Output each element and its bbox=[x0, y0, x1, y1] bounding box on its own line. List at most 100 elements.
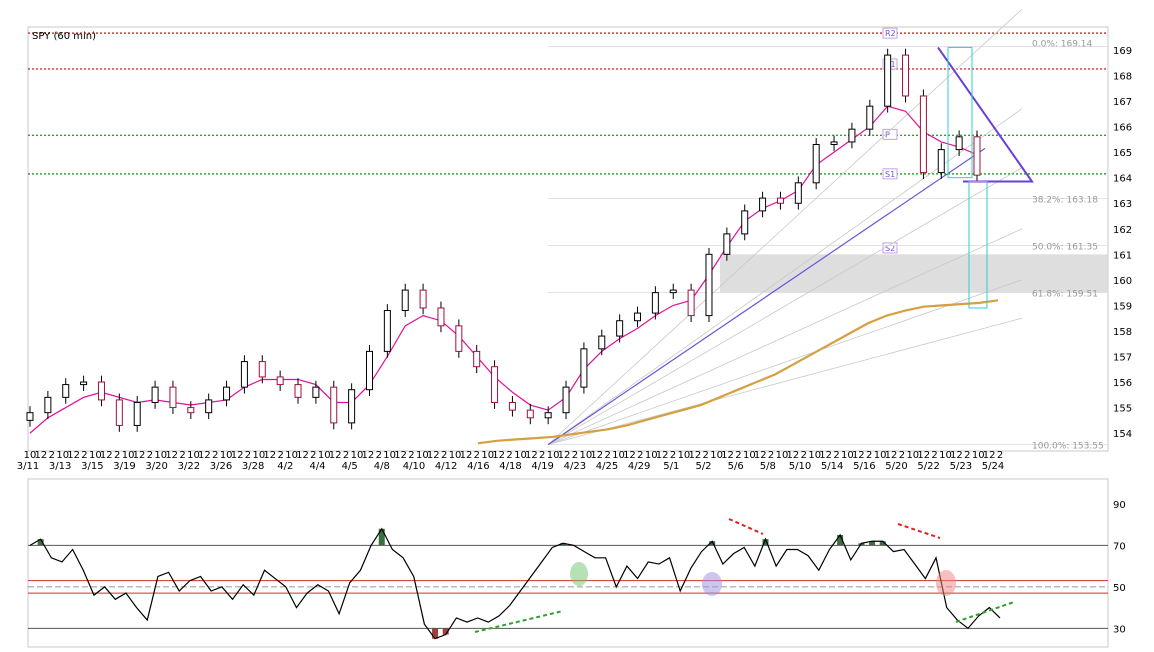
candle-body bbox=[294, 384, 302, 398]
candle-body bbox=[26, 412, 34, 421]
x-tick-label: 2 bbox=[866, 450, 872, 461]
oscillator-plot-area bbox=[27, 478, 1109, 648]
x-tick-label: 12 bbox=[590, 450, 603, 461]
candle-body bbox=[115, 399, 123, 426]
x-tick-label: 12 bbox=[35, 450, 48, 461]
x-tick-label: 12 bbox=[492, 450, 505, 461]
price-y-tick-label: 156 bbox=[1113, 378, 1132, 389]
x-tick-label: 12 bbox=[427, 450, 440, 461]
price-y-tick-label: 160 bbox=[1113, 276, 1132, 287]
signal-marker bbox=[936, 570, 956, 596]
x-date-label: 4/23 bbox=[564, 461, 586, 472]
candle-body bbox=[187, 407, 195, 414]
x-date-label: 3/11 bbox=[17, 461, 39, 472]
support-zone bbox=[720, 254, 1108, 293]
x-tick-label: 2 bbox=[768, 450, 774, 461]
x-date-label: 4/5 bbox=[342, 461, 358, 472]
x-date-label: 4/10 bbox=[403, 461, 425, 472]
price-y-tick-label: 168 bbox=[1113, 72, 1132, 83]
x-tick-label: 12 bbox=[885, 450, 898, 461]
x-date-label: 3/26 bbox=[210, 461, 232, 472]
candle-body bbox=[258, 361, 266, 378]
x-tick-label: 2 bbox=[408, 450, 414, 461]
fibonacci-label: 38.2%: 163.18 bbox=[1032, 196, 1098, 206]
x-tick-label: 2 bbox=[277, 450, 283, 461]
x-date-label: 4/19 bbox=[531, 461, 553, 472]
x-tick-label: 12 bbox=[296, 450, 309, 461]
price-y-tick-label: 167 bbox=[1113, 97, 1132, 108]
x-tick-label: 2 bbox=[833, 450, 839, 461]
x-tick-label: 2 bbox=[310, 450, 316, 461]
price-y-tick-label: 159 bbox=[1113, 301, 1132, 312]
candle-body bbox=[651, 292, 659, 314]
x-date-label: 5/16 bbox=[853, 461, 875, 472]
candle-body bbox=[616, 320, 624, 337]
price-y-tick-label: 157 bbox=[1113, 352, 1132, 363]
oscillator-panel: 30 50 70 90 bbox=[27, 478, 1126, 648]
x-tick-label: 2 bbox=[735, 450, 741, 461]
x-date-label: 5/22 bbox=[917, 461, 939, 472]
oscillator-y-tick-label: 50 bbox=[1113, 583, 1126, 594]
price-y-tick-label: 165 bbox=[1113, 148, 1132, 159]
x-tick-label: 12 bbox=[917, 450, 930, 461]
candle-body bbox=[240, 361, 248, 388]
x-date-label: 5/2 bbox=[695, 461, 711, 472]
candle-body bbox=[455, 325, 463, 352]
candle-body bbox=[312, 386, 320, 398]
x-tick-label: 2 bbox=[670, 450, 676, 461]
x-axis: 1012 2 1012 2 1012 2 1012 2 1012 2 1012 2 1012 2 1012 2… bbox=[17, 450, 1004, 472]
x-tick-label: 2 bbox=[114, 450, 120, 461]
x-date-label: 4/2 bbox=[277, 461, 293, 472]
oscillator-y-tick-label: 30 bbox=[1113, 624, 1126, 635]
candle-body bbox=[151, 386, 159, 403]
candle-body bbox=[562, 386, 570, 414]
candle-body bbox=[437, 307, 445, 327]
x-date-label: 3/19 bbox=[113, 461, 135, 472]
candle-body bbox=[80, 381, 88, 386]
candle-body bbox=[723, 233, 731, 255]
fibonacci-label: 61.8%: 159.51 bbox=[1032, 289, 1098, 299]
x-tick-label: 2 bbox=[964, 450, 970, 461]
x-tick-label: 12 bbox=[329, 450, 342, 461]
x-date-label: 4/12 bbox=[435, 461, 457, 472]
x-tick-label: 2 bbox=[376, 450, 382, 461]
x-tick-label: 12 bbox=[394, 450, 407, 461]
x-date-label: 4/4 bbox=[309, 461, 325, 472]
x-date-label: 5/23 bbox=[950, 461, 972, 472]
x-date-label: 4/8 bbox=[374, 461, 390, 472]
x-tick-label: 12 bbox=[133, 450, 146, 461]
candle-body bbox=[401, 289, 409, 312]
x-tick-label: 12 bbox=[263, 450, 276, 461]
candle-body bbox=[383, 310, 391, 352]
x-date-label: 4/16 bbox=[467, 461, 489, 472]
candle-body bbox=[169, 386, 177, 409]
candle-body bbox=[669, 289, 677, 294]
candle-body bbox=[97, 381, 105, 401]
x-tick-label: 2 bbox=[49, 450, 55, 461]
candle-body bbox=[848, 128, 856, 143]
candle-body bbox=[919, 95, 927, 174]
candle-body bbox=[830, 141, 838, 145]
x-tick-label: 12 bbox=[688, 450, 701, 461]
fibonacci-label: 50.0%: 161.35 bbox=[1032, 242, 1098, 252]
x-date-label: 5/20 bbox=[885, 461, 907, 472]
candle-body bbox=[526, 409, 534, 419]
candle-body bbox=[634, 312, 642, 322]
x-tick-label: 12 bbox=[198, 450, 211, 461]
candle-body bbox=[759, 197, 767, 212]
x-tick-label: 2 bbox=[343, 450, 349, 461]
price-y-tick-label: 169 bbox=[1113, 46, 1132, 57]
x-tick-label: 2 bbox=[703, 450, 709, 461]
x-tick-label: 2 bbox=[441, 450, 447, 461]
fibonacci-label: 100.0%: 153.55 bbox=[1032, 442, 1104, 452]
x-tick-label: 12 bbox=[558, 450, 571, 461]
x-tick-label: 2 bbox=[539, 450, 545, 461]
x-tick-label: 2 bbox=[81, 450, 87, 461]
chart-title: SPY (60 min) bbox=[32, 31, 96, 42]
candle-body bbox=[544, 412, 552, 419]
candle-body bbox=[705, 253, 713, 317]
x-date-label: 3/20 bbox=[145, 461, 167, 472]
x-tick-label: 12 bbox=[361, 450, 374, 461]
x-tick-label: 2 bbox=[212, 450, 218, 461]
x-tick-label: 2 bbox=[801, 450, 807, 461]
